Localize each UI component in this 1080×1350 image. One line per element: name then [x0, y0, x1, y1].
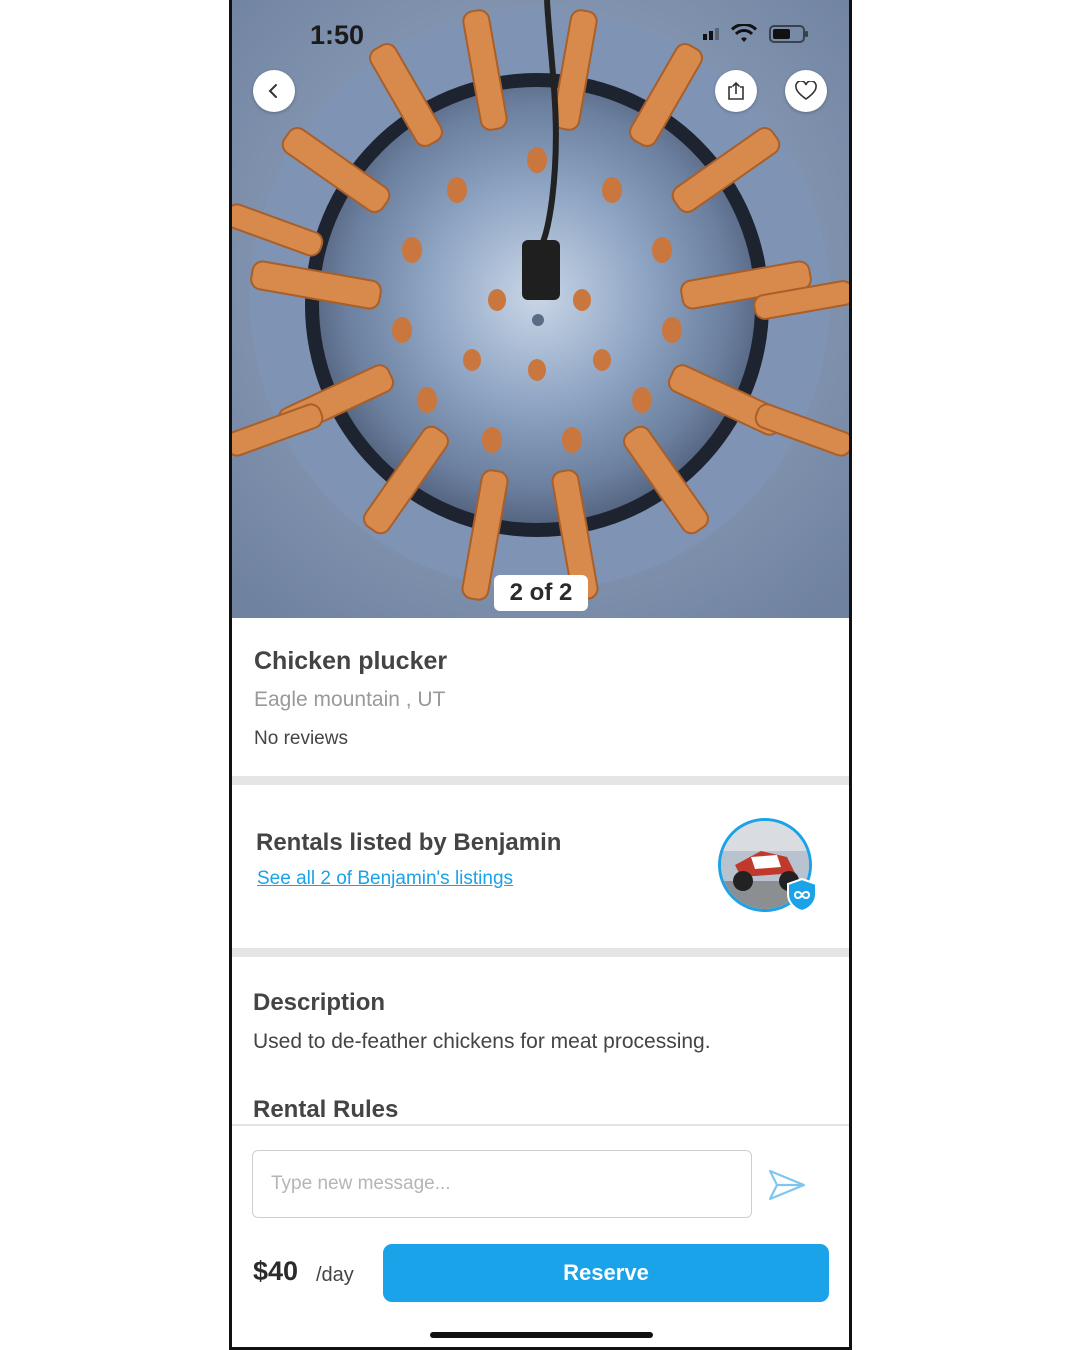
price-unit: /day	[316, 1264, 354, 1286]
listing-reviews: No reviews	[254, 728, 348, 749]
listing-photo[interactable]: 1:50 2 of 2	[232, 0, 849, 618]
signal-icon	[703, 28, 719, 40]
phone-screen: 1:50 2 of 2 Chicken plucker Eagle mounta…	[229, 0, 852, 1350]
rental-rules-heading: Rental Rules	[253, 1096, 399, 1123]
wifi-icon	[731, 24, 757, 42]
status-time: 1:50	[310, 20, 365, 50]
owner-section: Rentals listed by Benjamin See all 2 of …	[232, 784, 849, 948]
price-amount: $40	[253, 1256, 299, 1286]
heart-icon	[795, 81, 817, 100]
home-indicator[interactable]	[430, 1332, 653, 1338]
verified-infinity-icon	[787, 878, 817, 912]
description-section: Description Used to de-feather chickens …	[232, 957, 849, 1125]
listing-location: Eagle mountain , UT	[254, 688, 446, 711]
listing-title: Chicken plucker	[254, 647, 448, 675]
back-chevron-icon	[268, 84, 277, 98]
bottom-action-bar: $40 /day Reserve	[232, 1124, 849, 1347]
share-icon	[728, 81, 744, 100]
photo-counter: 2 of 2	[494, 575, 588, 611]
listing-info: Chicken plucker Eagle mountain , UT No r…	[232, 618, 849, 776]
message-input[interactable]	[252, 1150, 752, 1218]
status-icons	[703, 24, 809, 44]
see-all-listings-link[interactable]: See all 2 of Benjamin's listings	[257, 868, 513, 890]
description-text: Used to de-feather chickens for meat pro…	[253, 1030, 711, 1053]
owner-heading: Rentals listed by Benjamin	[256, 829, 562, 856]
section-divider	[232, 948, 849, 957]
share-button[interactable]	[715, 70, 757, 112]
description-heading: Description	[253, 989, 386, 1016]
back-button[interactable]	[253, 70, 295, 112]
battery-icon	[769, 25, 808, 43]
favorite-button[interactable]	[785, 70, 827, 112]
reserve-button[interactable]: Reserve	[383, 1244, 829, 1302]
send-icon[interactable]	[767, 1168, 807, 1202]
